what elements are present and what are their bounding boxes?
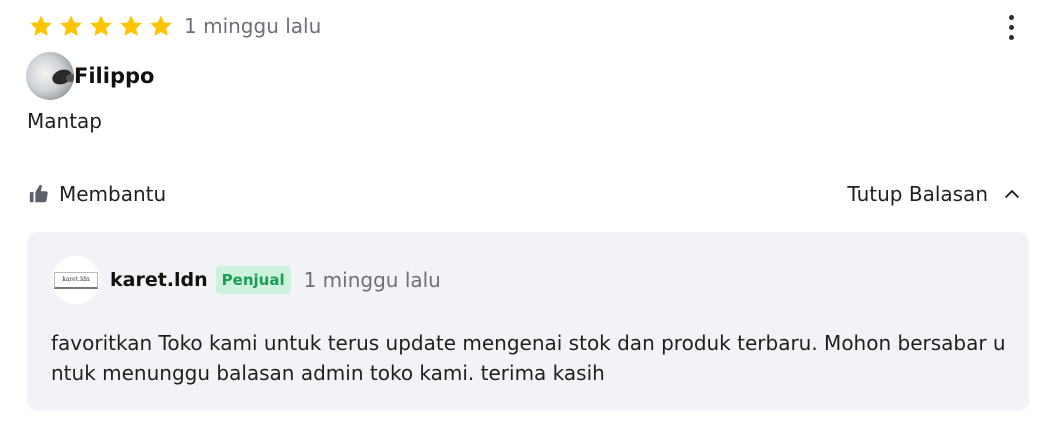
seller-header: karet.ldn karet.ldn Penjual 1 minggu lal… [52, 256, 441, 304]
review-time: 1 minggu lalu [184, 14, 322, 38]
star-icon [58, 13, 84, 39]
seller-reply: karet.ldn karet.ldn Penjual 1 minggu lal… [27, 232, 1029, 411]
chevron-up-icon [988, 184, 1022, 204]
more-options-button[interactable] [996, 8, 1026, 46]
reviewer: Filippo [26, 52, 154, 100]
seller-logo: karet.ldn [54, 271, 98, 289]
review-text: Mantap [27, 109, 102, 133]
avatar-image-detail [66, 74, 74, 82]
helpful-button[interactable]: Membantu [28, 180, 166, 208]
star-icon [28, 13, 54, 39]
avatar[interactable] [26, 52, 74, 100]
seller-avatar[interactable]: karet.ldn [52, 256, 100, 304]
more-vertical-icon [1008, 14, 1014, 20]
toggle-replies-button[interactable]: Tutup Balasan [847, 180, 1022, 208]
toggle-replies-label: Tutup Balasan [847, 182, 988, 206]
seller-badge: Penjual [215, 266, 291, 294]
rating-row: 1 minggu lalu [28, 10, 321, 42]
more-vertical-icon-dot [1008, 24, 1014, 30]
star-icon [148, 13, 174, 39]
seller-name[interactable]: karet.ldn [110, 269, 208, 291]
more-vertical-icon-dot [1008, 34, 1014, 40]
reviewer-name[interactable]: Filippo [74, 64, 154, 88]
reply-text: favoritkan Toko kami untuk terus update … [51, 331, 1006, 385]
star-icon [118, 13, 144, 39]
star-icon [88, 13, 114, 39]
star-rating [28, 13, 174, 39]
thumbs-up-icon [28, 183, 50, 205]
helpful-label: Membantu [59, 182, 167, 206]
review-card: 1 minggu lalu Filippo Mantap Membantu Tu… [0, 0, 1054, 433]
reply-time: 1 minggu lalu [303, 268, 441, 292]
